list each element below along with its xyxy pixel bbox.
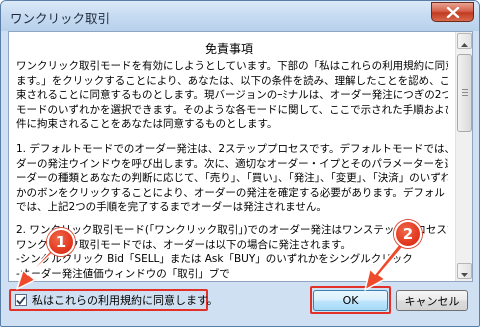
agree-terms-label[interactable]: 私はこれらの利用規約に同意します。 (32, 292, 218, 308)
cancel-button[interactable]: キャンセル (396, 290, 468, 311)
disclaimer-line: ーダーの種類とあなたの判断に応じて、「売り」、「買い」、「発注」、「変更」、「決… (16, 172, 448, 185)
title-bar: ワンクリック取引 (1, 1, 479, 31)
one-click-trading-dialog: ワンクリック取引 免責事項 ワンクリック取引モードを有効にしようとしています。下… (0, 0, 480, 327)
annotation-badge-1: 1 (47, 228, 75, 256)
agree-terms-checkbox[interactable]: 私はこれらの利用規約に同意します。 (9, 289, 218, 311)
checkbox-box[interactable] (15, 294, 27, 306)
vertical-scrollbar[interactable] (455, 32, 472, 281)
chevron-down-icon (461, 262, 468, 281)
close-button[interactable] (431, 2, 474, 22)
disclaimer-paragraph-2: 1. デフォルトモードでのオーダー発注は、2ステッププロセスです。デフォルトモー… (16, 142, 448, 215)
scrollbar-thumb[interactable] (457, 54, 472, 132)
disclaimer-line: 1. デフォルトモードでのオーダー発注は、2ステッププロセスです。デフォルトモー… (16, 143, 448, 155)
disclaimer-line: 束されることに同意するものとします。現バージョンのｰﾐナルは、オーダー発注につぎ… (16, 89, 448, 102)
disclaimer-line: ます。」をクリックすることにより、あなたは、以下の条件を読み、理解したことを認め… (16, 74, 448, 87)
disclaimer-line: ダーの発注ウインドウを呼び出します。次に、適切なオーダー・イプとそのパラメーター… (16, 157, 448, 170)
disclaimer-line: 2. ワンクリック取引モード(「ワンクリック取引」)でのオーダー発注はワンステッ… (16, 224, 448, 236)
close-icon (446, 6, 460, 18)
disclaimer-line: 件に拘束されることをあなたは同意するものとします。 (16, 118, 278, 131)
grip-line (462, 95, 468, 96)
chevron-up-icon (461, 32, 468, 51)
grip-line (462, 89, 468, 90)
window-title: ワンクリック取引 (10, 11, 111, 26)
scroll-down-button[interactable] (457, 263, 472, 279)
disclaimer-line: ワンクリック取引モードを有効にしようとしています。下部の「私はこれらの利用規約に… (16, 60, 448, 72)
ok-button[interactable]: OK (313, 290, 388, 311)
disclaimer-line: モードのいずれかを選択できます。そのような各モードに関して、ここで示された手順お… (16, 103, 448, 116)
checkmark-icon (16, 295, 26, 305)
scroll-up-button[interactable] (457, 33, 472, 49)
disclaimer-line: かのボンをクリックすることにより、オーダーの発注を確定する必要があります。デフォ… (16, 186, 448, 199)
disclaimer-paragraph-1: ワンクリック取引モードを有効にしようとしています。下部の「私はこれらの利用規約に… (16, 59, 448, 132)
disclaimer-line: では、上記2つの手順を完了するまでオーダーは発注されません。 (16, 201, 327, 214)
disclaimer-heading: 免責事項 (204, 42, 253, 56)
annotation-badge-2: 2 (394, 220, 422, 248)
grip-line (462, 92, 468, 93)
